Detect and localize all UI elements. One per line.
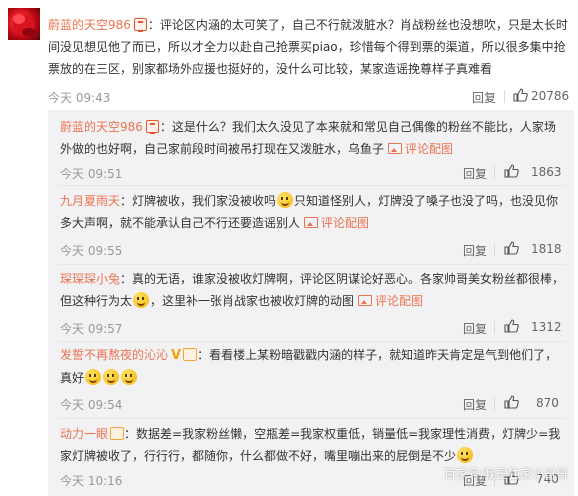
medal-icon — [183, 348, 198, 361]
avatar[interactable] — [8, 8, 40, 40]
reply-text: 蔚蓝的天空986 ：这是什么？我们太久没见了本来就和常见自己偶像的粉丝不能比，人家… — [60, 116, 566, 160]
thumbs-up-icon[interactable] — [513, 88, 528, 102]
like-count: 1312 — [531, 320, 562, 334]
username-link[interactable]: 蔚蓝的天空986 — [60, 120, 143, 134]
top-comment: 蔚蓝的天空986 ：评论区内涵的太可笑了，自己不行就泼脏水？肖战粉丝也没想吹，只是… — [0, 0, 578, 110]
reply-time: 今天 09:51 — [60, 167, 123, 181]
reply-text: 动力一眼 ：数据差=我家粉丝懒，空瓶差=我家权重低，销量低=我家理性消费，灯牌少=… — [60, 423, 566, 467]
medal-icon — [110, 427, 125, 440]
reply-text: 琛琛琛小兔：真的无语，谁家没被收灯牌啊，评论区阴谋论好恶心。各家帅哥美女粉丝都很… — [60, 268, 566, 312]
reply-button[interactable]: 回复 — [472, 89, 496, 106]
reply-text: 九月夏雨天：灯牌被收，我们家没被收吗 只知道怪别人，灯牌没了嗓子也没了吗，也没见你… — [60, 190, 566, 234]
reply-body: ：数据差=我家粉丝懒，空瓶差=我家权重低，销量低=我家理性消费，灯牌少=我家灯牌… — [60, 427, 561, 463]
reply-list: 蔚蓝的天空986 ：这是什么？我们太久没见了本来就和常见自己偶像的粉丝不能比，人家… — [48, 110, 574, 496]
thumbs-up-icon[interactable] — [504, 164, 519, 178]
divider — [58, 341, 566, 342]
username-link[interactable]: 琛琛琛小兔 — [60, 272, 120, 286]
comment-image-link[interactable]: 评论配图 — [321, 216, 369, 230]
grin-emoji-icon — [103, 369, 120, 385]
watermark: 百家号/我是独家小哥哥 — [443, 467, 568, 481]
username-link[interactable]: 蔚蓝的天空986 — [48, 18, 131, 32]
reply-time: 今天 10:16 — [60, 474, 123, 488]
thumbs-up-icon[interactable] — [504, 395, 519, 409]
reply-body-cont: ，这里补一张肖战家也被收灯牌的动图 — [150, 294, 355, 308]
like-count: 870 — [536, 396, 559, 410]
divider — [58, 185, 566, 186]
smile-emoji-icon — [133, 292, 150, 308]
reply-text: 发誓不再熬夜的沁沁 V ：看看楼上某粉暗戳戳内涵的样子，就知道昨天肯定是气到他们了，… — [60, 344, 566, 389]
crying-emoji-icon — [277, 192, 294, 208]
like-count: 1863 — [531, 165, 562, 179]
image-icon — [304, 217, 319, 228]
divider — [58, 264, 566, 265]
reply-time: 今天 09:55 — [60, 244, 123, 258]
reply-button[interactable]: 回复 — [463, 320, 487, 337]
avatar-image — [13, 14, 36, 36]
grin-emoji-icon — [121, 369, 138, 385]
divider — [58, 418, 566, 419]
image-icon — [358, 295, 373, 306]
comment-image-link[interactable]: 评论配图 — [375, 294, 423, 308]
comment-image-link[interactable]: 评论配图 — [405, 142, 453, 156]
divider — [494, 166, 495, 179]
fist-emoji-icon — [457, 447, 474, 463]
reply-time: 今天 09:57 — [60, 322, 123, 336]
thumbs-up-icon[interactable] — [504, 319, 519, 333]
image-icon — [388, 143, 403, 154]
divider — [494, 321, 495, 334]
reply-button[interactable]: 回复 — [463, 396, 487, 413]
divider — [494, 397, 495, 410]
username-link[interactable]: 九月夏雨天 — [60, 194, 120, 208]
red-badge-icon — [133, 18, 147, 32]
username-link[interactable]: 动力一眼 — [60, 427, 108, 441]
reply-time: 今天 09:54 — [60, 398, 123, 412]
divider — [494, 243, 495, 256]
like-count: 1818 — [531, 242, 562, 256]
reply-button[interactable]: 回复 — [463, 242, 487, 259]
reply-button[interactable]: 回复 — [463, 165, 487, 182]
grin-emoji-icon — [85, 369, 102, 385]
reply-body: ：灯牌被收，我们家没被收吗 — [120, 194, 277, 208]
thumbs-up-icon[interactable] — [504, 241, 519, 255]
red-badge-icon — [145, 120, 159, 134]
vip-crown-icon: V — [171, 348, 182, 363]
divider — [504, 90, 505, 103]
comment-time: 今天 09:43 — [48, 91, 111, 105]
comment-text: 蔚蓝的天空986 ：评论区内涵的太可笑了，自己不行就泼脏水？肖战粉丝也没想吹，只是… — [48, 14, 572, 80]
username-link[interactable]: 发誓不再熬夜的沁沁 — [60, 348, 168, 362]
like-count: 20786 — [531, 89, 570, 103]
